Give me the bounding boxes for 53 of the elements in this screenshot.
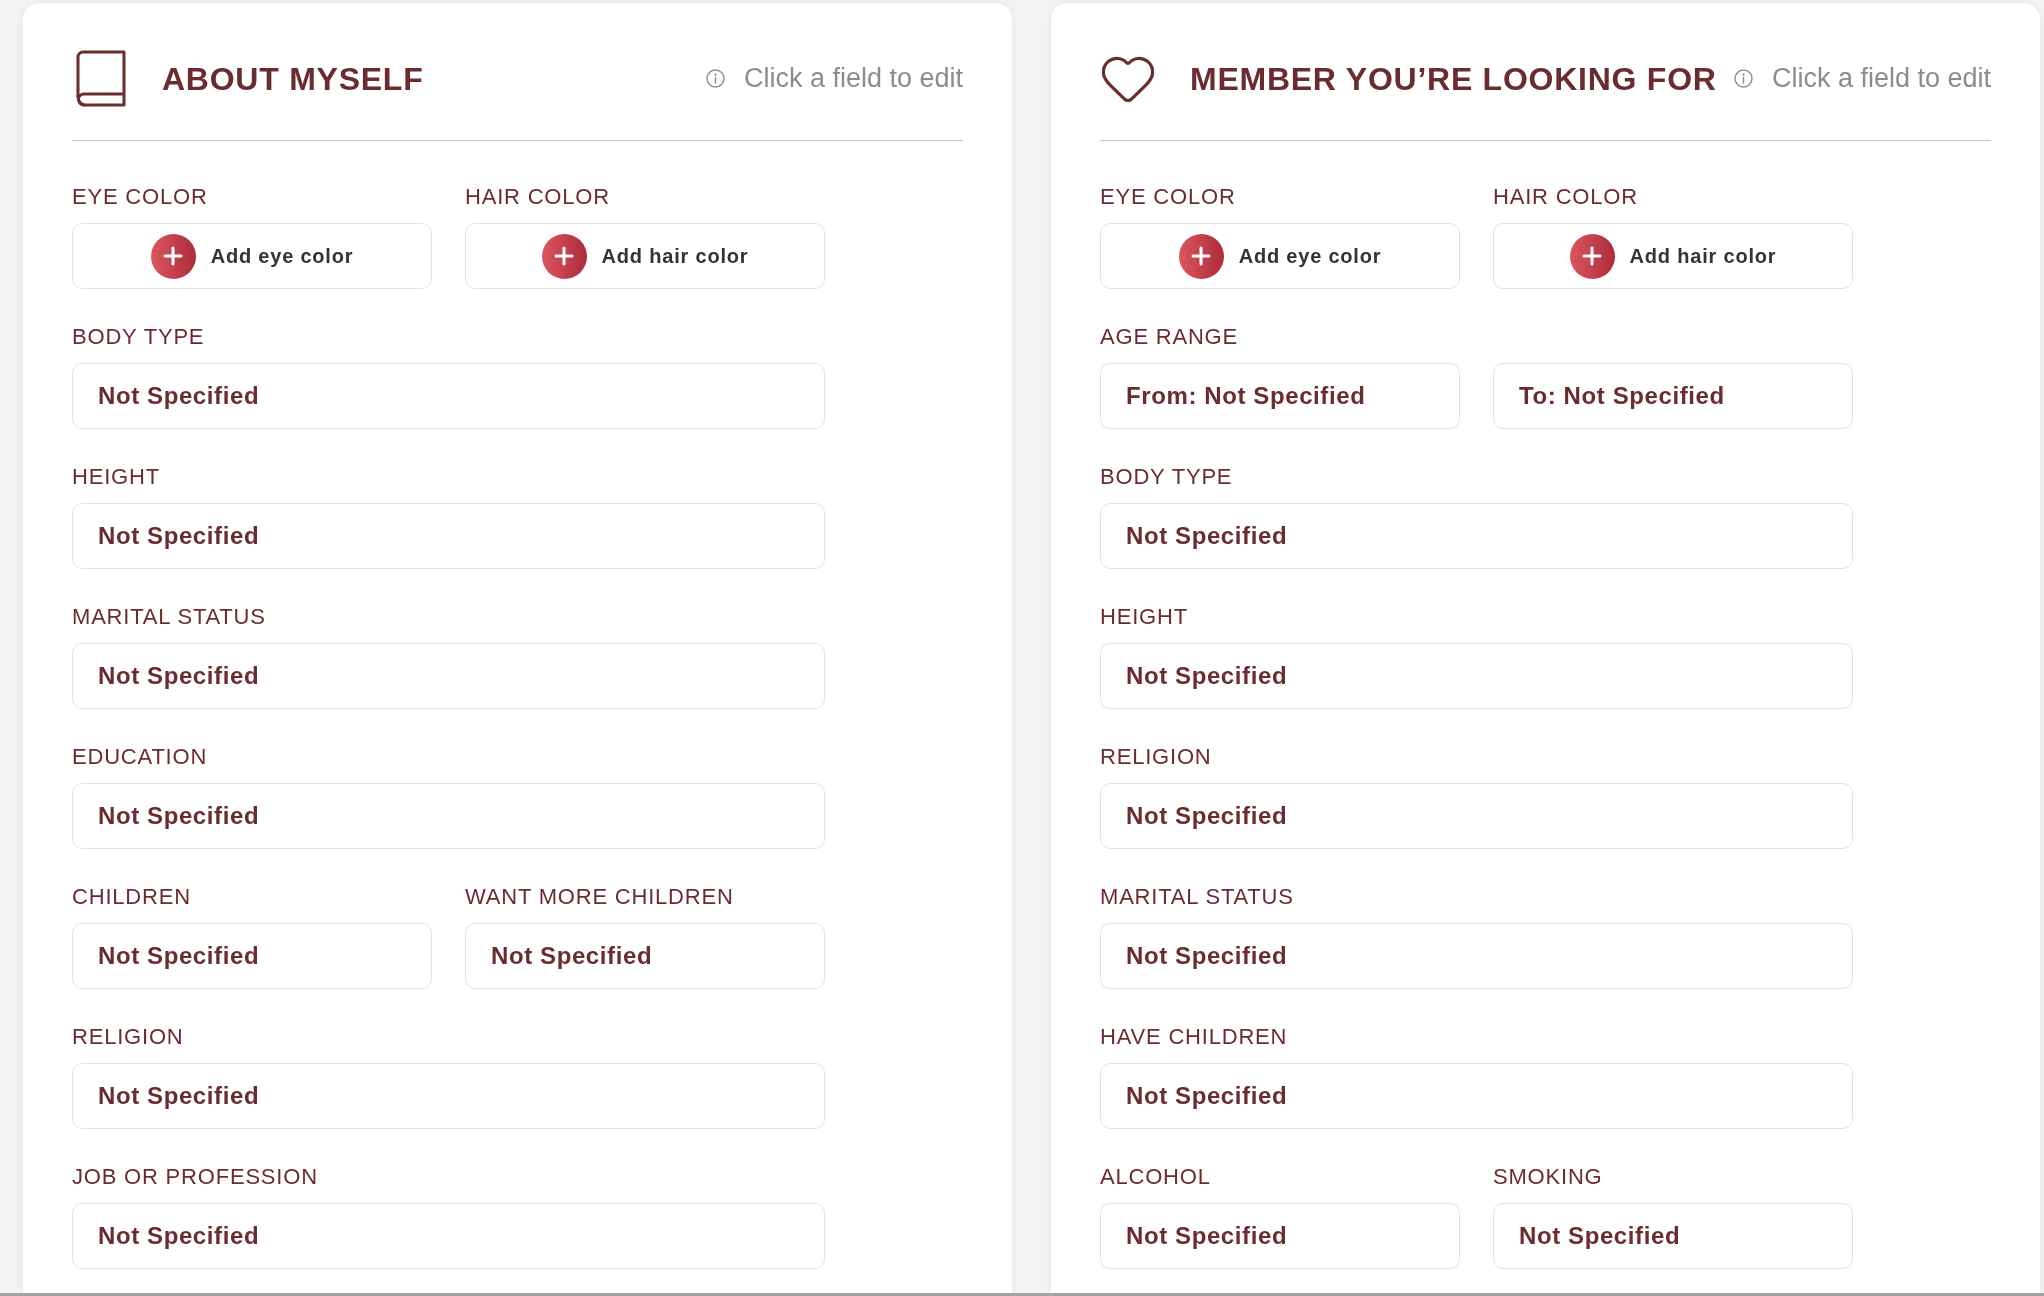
field-label: HEIGHT: [72, 462, 161, 491]
add-button[interactable]: Add hair color: [1493, 223, 1853, 289]
field-label: WANT MORE CHILDREN: [465, 882, 735, 911]
profile-field[interactable]: Not Specified: [72, 1203, 825, 1269]
profile-field[interactable]: Not Specified: [1100, 923, 1853, 989]
edit-hint: Click a field to edit: [1771, 62, 1991, 96]
profile-field[interactable]: Not Specified: [1493, 1203, 1853, 1269]
field-label: HAVE CHILDREN: [1100, 1022, 1289, 1051]
profile-field[interactable]: Not Specified: [465, 923, 825, 989]
field-label: AGE RANGE: [1100, 322, 1239, 351]
field-label: HEIGHT: [1100, 602, 1189, 631]
profile-field[interactable]: Not Specified: [72, 643, 825, 709]
field-label: RELIGION: [1100, 742, 1213, 771]
field-label: EYE COLOR: [1100, 182, 1237, 211]
profile-field[interactable]: From: Not Specified: [1100, 363, 1460, 429]
profile-field[interactable]: Not Specified: [72, 503, 825, 569]
profile-field[interactable]: Not Specified: [1100, 1203, 1460, 1269]
profile-field[interactable]: Not Specified: [1100, 643, 1853, 709]
profile-field[interactable]: Not Specified: [72, 923, 432, 989]
heart-icon: [1102, 55, 1154, 102]
profile-field[interactable]: Not Specified: [72, 363, 825, 429]
plus-icon: [541, 233, 587, 279]
field-label: HAIR COLOR: [465, 182, 611, 211]
info-icon: [705, 69, 725, 88]
card-title: MEMBER YOU’RE LOOKING FOR: [1190, 59, 1717, 99]
profile-field[interactable]: Not Specified: [72, 1063, 825, 1129]
field-label: SMOKING: [1493, 1162, 1604, 1191]
add-button[interactable]: Add hair color: [465, 223, 825, 289]
profile-field[interactable]: Not Specified: [1100, 783, 1853, 849]
field-label: MARITAL STATUS: [1100, 882, 1295, 911]
edit-hint: Click a field to edit: [743, 62, 963, 96]
field-label: ALCOHOL: [1100, 1162, 1212, 1191]
card-title: ABOUT MYSELF: [162, 59, 424, 99]
field-label: MARITAL STATUS: [72, 602, 267, 631]
profile-field[interactable]: Not Specified: [1100, 1063, 1853, 1129]
field-label: JOB OR PROFESSION: [72, 1162, 319, 1191]
plus-icon: [1569, 233, 1615, 279]
add-button[interactable]: Add eye color: [1100, 223, 1460, 289]
plus-icon: [1178, 233, 1224, 279]
field-label: EDUCATION: [72, 742, 209, 771]
profile-field[interactable]: Not Specified: [72, 783, 825, 849]
field-label: EYE COLOR: [72, 182, 209, 211]
field-label: RELIGION: [72, 1022, 185, 1051]
book-icon: [76, 50, 126, 107]
field-label: BODY TYPE: [1100, 462, 1234, 491]
field-label: BODY TYPE: [72, 322, 206, 351]
field-label: CHILDREN: [72, 882, 192, 911]
info-icon: [1733, 69, 1753, 88]
plus-icon: [150, 233, 196, 279]
profile-field[interactable]: To: Not Specified: [1493, 363, 1853, 429]
profile-field[interactable]: Not Specified: [1100, 503, 1853, 569]
field-label: HAIR COLOR: [1493, 182, 1639, 211]
add-button[interactable]: Add eye color: [72, 223, 432, 289]
